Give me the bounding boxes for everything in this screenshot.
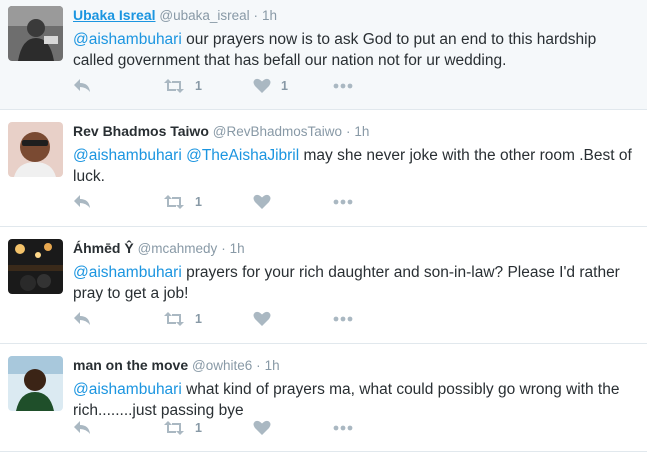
display-name[interactable]: Rev Bhadmos Taiwo — [73, 123, 209, 139]
avatar[interactable] — [8, 6, 63, 61]
tweet-header: Áhmēd Ŷ @mcahmedy · 1h — [73, 239, 639, 258]
tweet-item[interactable]: Áhmēd Ŷ @mcahmedy · 1h @aishambuhari pra… — [0, 227, 647, 344]
reply-icon — [74, 421, 90, 434]
heart-icon — [253, 194, 271, 209]
heart-icon — [253, 420, 271, 435]
tweet-item[interactable]: Ubaka Isreal @ubaka_isreal · 1h @aishamb… — [0, 0, 647, 110]
tweet-text: @aishambuhari prayers for your rich daug… — [73, 262, 633, 304]
retweet-icon — [164, 312, 184, 326]
timestamp[interactable]: 1h — [230, 241, 245, 256]
retweet-button[interactable]: 1 — [163, 420, 253, 436]
retweet-button[interactable]: 1 — [163, 311, 253, 327]
retweet-icon — [164, 195, 184, 209]
retweet-icon — [164, 421, 184, 435]
reply-icon — [74, 79, 90, 92]
reply-button[interactable] — [73, 194, 163, 210]
tweet-actions: 1 — [73, 192, 353, 212]
retweet-button[interactable]: 1 — [163, 194, 253, 210]
reply-icon — [74, 312, 90, 325]
display-name[interactable]: Áhmēd Ŷ — [73, 240, 134, 256]
reply-button[interactable] — [73, 78, 163, 94]
user-handle[interactable]: @mcahmedy — [138, 241, 218, 256]
tweet-header: Rev Bhadmos Taiwo @RevBhadmosTaiwo · 1h — [73, 122, 639, 141]
reply-icon — [74, 195, 90, 208]
display-name[interactable]: Ubaka Isreal — [73, 7, 156, 23]
more-icon — [333, 316, 353, 322]
tweet-header: Ubaka Isreal @ubaka_isreal · 1h — [73, 6, 639, 25]
tweet-text: @aishambuhari @TheAishaJibril may she ne… — [73, 145, 633, 187]
tweet-actions: 1 — [73, 418, 353, 438]
more-button[interactable] — [333, 316, 353, 322]
tweet-item[interactable]: Rev Bhadmos Taiwo @RevBhadmosTaiwo · 1h … — [0, 110, 647, 227]
retweet-count: 1 — [195, 195, 202, 209]
tweet-header: man on the move @owhite6 · 1h — [73, 356, 639, 375]
more-button[interactable] — [333, 199, 353, 205]
tweet-text: @aishambuhari what kind of prayers ma, w… — [73, 379, 633, 421]
tweet-item[interactable]: man on the move @owhite6 · 1h @aishambuh… — [0, 344, 647, 452]
tweet-text: @aishambuhari our prayers now is to ask … — [73, 29, 633, 71]
retweet-icon — [164, 79, 184, 93]
reply-button[interactable] — [73, 311, 163, 327]
tweet-actions: 1 1 — [73, 76, 353, 96]
heart-icon — [253, 311, 271, 326]
mention-link[interactable]: @aishambuhari — [73, 147, 182, 164]
display-name[interactable]: man on the move — [73, 357, 188, 373]
avatar[interactable] — [8, 356, 63, 411]
more-icon — [333, 199, 353, 205]
timestamp[interactable]: 1h — [354, 124, 369, 139]
reply-button[interactable] — [73, 420, 163, 436]
user-handle[interactable]: @RevBhadmosTaiwo — [213, 124, 342, 139]
timestamp[interactable]: 1h — [265, 358, 280, 373]
separator: · — [345, 124, 351, 139]
user-handle[interactable]: @owhite6 — [192, 358, 252, 373]
like-count: 1 — [281, 79, 288, 93]
mention-link[interactable]: @aishambuhari — [73, 31, 182, 48]
timestamp[interactable]: 1h — [262, 8, 277, 23]
more-icon — [333, 425, 353, 431]
retweet-count: 1 — [195, 312, 202, 326]
separator: · — [256, 358, 261, 373]
mention-link[interactable]: @TheAishaJibril — [186, 147, 299, 164]
more-button[interactable] — [333, 83, 353, 89]
like-button[interactable]: 1 — [253, 78, 333, 94]
like-button[interactable] — [253, 311, 333, 327]
avatar[interactable] — [8, 239, 63, 294]
separator: · — [221, 241, 226, 256]
retweet-button[interactable]: 1 — [163, 78, 253, 94]
tweet-feed: Ubaka Isreal @ubaka_isreal · 1h @aishamb… — [0, 0, 647, 452]
mention-link[interactable]: @aishambuhari — [73, 381, 182, 398]
separator: · — [253, 8, 259, 23]
heart-icon — [253, 78, 271, 93]
more-button[interactable] — [333, 425, 353, 431]
retweet-count: 1 — [195, 79, 202, 93]
like-button[interactable] — [253, 194, 333, 210]
mention-link[interactable]: @aishambuhari — [73, 264, 182, 281]
more-icon — [333, 83, 353, 89]
retweet-count: 1 — [195, 421, 202, 435]
like-button[interactable] — [253, 420, 333, 436]
avatar[interactable] — [8, 122, 63, 177]
tweet-actions: 1 — [73, 309, 353, 329]
user-handle[interactable]: @ubaka_isreal — [159, 8, 249, 23]
